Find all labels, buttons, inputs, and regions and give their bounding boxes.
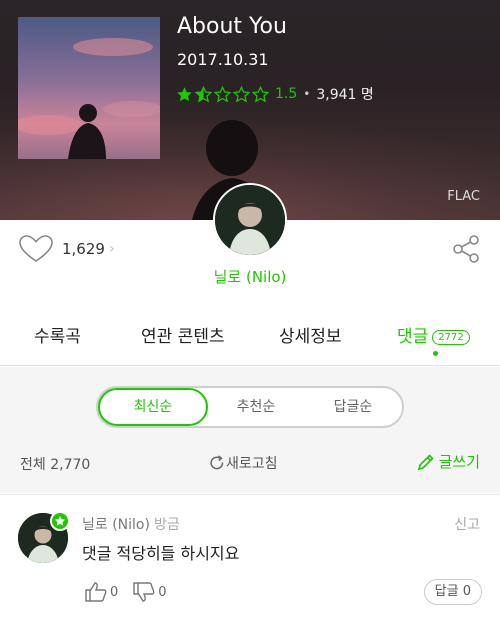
artist-avatar[interactable] xyxy=(213,183,287,257)
sort-toggle: 최신순 추천순 답글순 xyxy=(96,386,404,428)
dislike-count: 0 xyxy=(158,584,167,600)
star-empty-icon xyxy=(252,85,269,102)
thumbs-down-icon xyxy=(133,582,155,602)
thumbs-down-button[interactable]: 0 xyxy=(132,581,167,603)
comment-text: 댓글 적당히들 하시지요 xyxy=(82,544,240,563)
reply-button[interactable]: 답글 0 xyxy=(423,579,482,605)
write-comment-button[interactable]: 글쓰기 xyxy=(416,451,480,472)
release-date: 2017.10.31 xyxy=(177,50,269,69)
like-count: 1,629 xyxy=(62,240,105,258)
comment-actions: 0 0 xyxy=(84,581,181,603)
tab-comments-label: 댓글 xyxy=(397,327,429,347)
comments-count-row: 전체 2,770 새로고침 글쓰기 xyxy=(0,448,500,478)
star-empty-icon xyxy=(214,85,231,102)
album-title: About You xyxy=(177,14,287,39)
star-icon xyxy=(54,515,66,526)
star-full-icon xyxy=(177,86,192,101)
star-half-icon xyxy=(195,85,212,102)
comment-author[interactable]: 닐로 (Nilo) xyxy=(82,517,150,533)
tab-bar: 수록곡 연관 콘텐츠 상세정보 댓글 2772 xyxy=(0,310,500,366)
like-count: 0 xyxy=(110,584,119,600)
refresh-button[interactable]: 새로고침 xyxy=(208,453,278,473)
rating-row[interactable]: 1.5 • 3,941 명 xyxy=(176,84,374,104)
sort-latest[interactable]: 최신순 xyxy=(98,388,208,426)
sort-replies[interactable]: 답글순 xyxy=(304,388,402,426)
like-button[interactable]: 1,629 › xyxy=(18,234,115,264)
format-badge: FLAC xyxy=(447,189,480,204)
sort-recommended[interactable]: 추천순 xyxy=(208,388,304,426)
refresh-icon xyxy=(210,455,224,470)
refresh-label: 새로고침 xyxy=(226,456,278,472)
pencil-icon xyxy=(417,453,434,470)
tab-comments[interactable]: 댓글 2772 xyxy=(397,322,470,347)
comment-time: 방금 xyxy=(153,517,180,533)
share-icon[interactable] xyxy=(452,234,480,264)
rating-separator: • xyxy=(303,87,311,101)
album-cover-art xyxy=(18,17,160,159)
thumbs-up-icon xyxy=(85,582,107,602)
comment-item: 닐로 (Nilo) 방금 신고 댓글 적당히들 하시지요 0 0 답글 0 xyxy=(0,494,500,626)
heart-icon xyxy=(19,235,53,262)
artist-photo xyxy=(215,185,285,255)
thumbs-up-button[interactable]: 0 xyxy=(84,581,118,603)
rating-stars[interactable] xyxy=(176,85,271,103)
tab-details[interactable]: 상세정보 xyxy=(279,322,342,347)
tab-related-content[interactable]: 연관 콘텐츠 xyxy=(141,322,225,347)
verified-artist-badge xyxy=(50,511,70,531)
total-comments: 전체 2,770 xyxy=(20,457,91,473)
artist-name[interactable]: 닐로 (Nilo) xyxy=(0,266,500,287)
active-tab-indicator xyxy=(433,351,438,356)
star-empty-icon xyxy=(233,85,250,102)
tab-tracks[interactable]: 수록곡 xyxy=(34,322,81,347)
chevron-right-icon: › xyxy=(108,241,115,257)
rating-count: 3,941 명 xyxy=(316,87,374,103)
report-button[interactable]: 신고 xyxy=(454,514,480,534)
comment-count-badge: 2772 xyxy=(432,329,470,345)
write-label: 글쓰기 xyxy=(438,453,480,471)
album-cover[interactable] xyxy=(18,17,160,159)
rating-score: 1.5 xyxy=(275,86,298,102)
comment-author-line: 닐로 (Nilo) 방금 xyxy=(82,514,180,534)
